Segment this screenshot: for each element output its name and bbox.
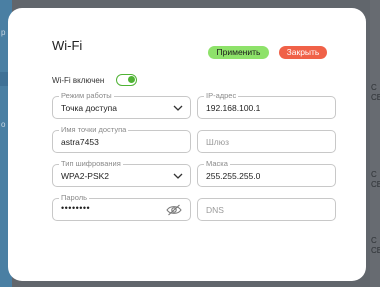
mode-select[interactable]: Режим работы Точка доступа bbox=[52, 92, 191, 119]
encryption-select[interactable]: Тип шифрования WPA2-PSK2 bbox=[52, 160, 191, 187]
close-button[interactable]: Закрыть bbox=[279, 46, 327, 59]
background-fragment: р bbox=[1, 28, 6, 37]
background-fragment: СВ bbox=[371, 180, 380, 189]
wifi-toggle-label: Wi-Fi включен bbox=[52, 76, 105, 85]
apply-button[interactable]: Применить bbox=[208, 46, 269, 59]
wifi-dialog: Wi-Fi Применить Закрыть Wi-Fi включен Ре… bbox=[8, 8, 366, 281]
mask-label: Маска bbox=[204, 159, 230, 168]
encryption-value: WPA2-PSK2 bbox=[61, 171, 110, 181]
ip-address-value: 192.168.100.1 bbox=[206, 103, 261, 113]
password-label: Пароль bbox=[59, 193, 90, 202]
chevron-down-icon bbox=[173, 173, 183, 179]
mask-value: 255.255.255.0 bbox=[206, 171, 261, 181]
ssid-label: Имя точки доступа bbox=[59, 125, 129, 134]
background-fragment: СВ bbox=[371, 246, 380, 255]
background-right-column: С СВ С СВ С СВ bbox=[370, 0, 380, 287]
background-fragment: С bbox=[371, 170, 377, 179]
mode-label: Режим работы bbox=[59, 91, 114, 100]
background-fragment: о bbox=[1, 120, 6, 129]
mask-field[interactable]: Маска 255.255.255.0 bbox=[197, 160, 336, 187]
toggle-knob bbox=[128, 76, 135, 83]
password-value: •••••••• bbox=[61, 203, 91, 213]
dns-field[interactable]: DNS bbox=[197, 198, 336, 221]
password-field[interactable]: Пароль •••••••• bbox=[52, 194, 191, 221]
background-fragment: СВ bbox=[371, 93, 380, 102]
encryption-label: Тип шифрования bbox=[59, 159, 123, 168]
wifi-toggle[interactable] bbox=[116, 74, 137, 86]
chevron-down-icon bbox=[173, 105, 183, 111]
gateway-placeholder: Шлюз bbox=[206, 137, 230, 147]
ip-address-field[interactable]: IP-адрес 192.168.100.1 bbox=[197, 92, 336, 119]
eye-off-icon[interactable] bbox=[166, 204, 182, 216]
gateway-field[interactable]: Шлюз bbox=[197, 130, 336, 153]
ip-address-label: IP-адрес bbox=[204, 91, 239, 100]
background-fragment: С bbox=[371, 83, 377, 92]
dialog-title: Wi-Fi bbox=[52, 38, 83, 53]
ssid-value: astra7453 bbox=[61, 137, 99, 147]
background-fragment: С bbox=[371, 236, 377, 245]
mode-value: Точка доступа bbox=[61, 103, 117, 113]
ssid-field[interactable]: Имя точки доступа astra7453 bbox=[52, 126, 191, 153]
dns-placeholder: DNS bbox=[206, 205, 224, 215]
